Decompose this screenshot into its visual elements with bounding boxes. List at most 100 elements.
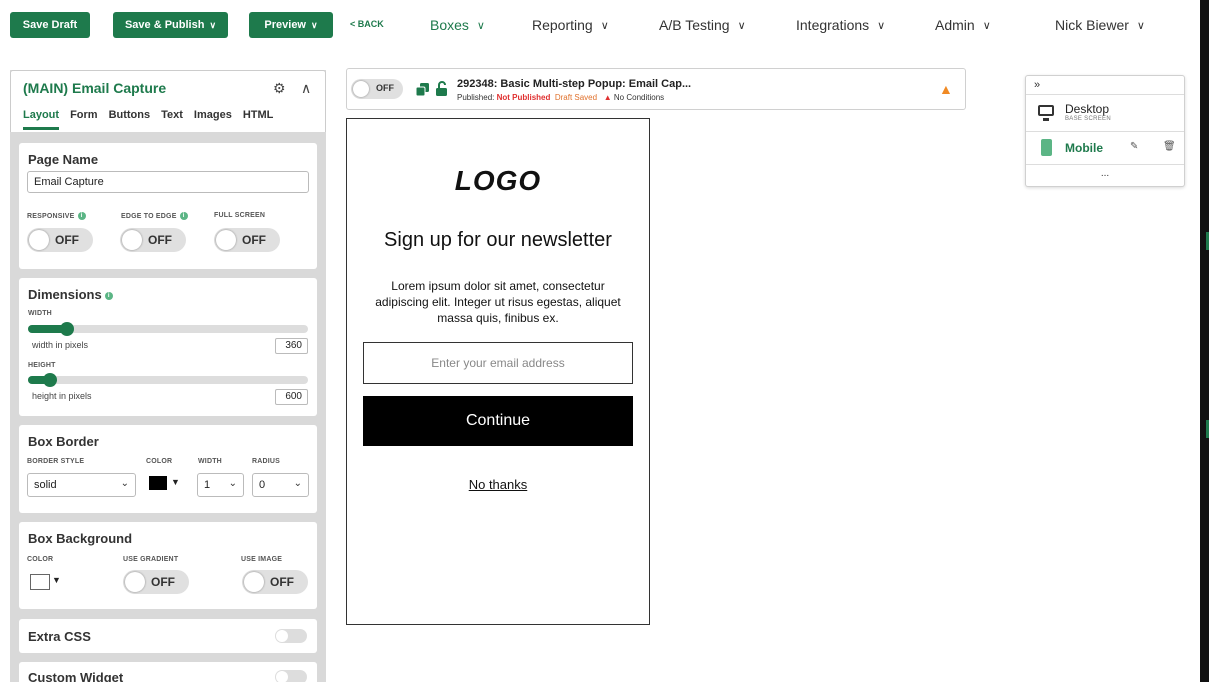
mobile-icon: [1041, 139, 1052, 156]
save-draft-label: Save Draft: [22, 19, 78, 31]
tab-images[interactable]: Images: [194, 109, 232, 130]
background-color-picker[interactable]: ▼: [26, 570, 66, 594]
edge-label-text: EDGE TO EDGE: [121, 212, 177, 220]
responsive-label: RESPONSIVE i: [27, 212, 86, 220]
nav-admin[interactable]: Admin ∨: [935, 17, 991, 33]
preview-button[interactable]: Preview ∨: [249, 12, 333, 38]
draft-status: Draft Saved: [554, 93, 598, 102]
email-input[interactable]: Enter your email address: [363, 342, 633, 384]
dimensions-card: Dimensions i WIDTH width in pixels 360 HE…: [19, 278, 317, 416]
save-draft-button[interactable]: Save Draft: [10, 12, 90, 38]
campaign-active-toggle[interactable]: OFF: [351, 79, 403, 99]
toggle-state: OFF: [376, 83, 394, 93]
responsive-toggle[interactable]: OFF: [27, 228, 93, 252]
border-color-picker[interactable]: ▼: [145, 472, 187, 496]
screens-panel: » Desktop BASE SCREEN Mobile ✎ 🗑 ...: [1025, 75, 1185, 187]
info-icon: i: [77, 212, 86, 220]
border-width-label: WIDTH: [198, 458, 222, 465]
continue-button[interactable]: Continue: [363, 396, 633, 446]
select-value: solid: [34, 479, 57, 491]
info-icon: i: [104, 291, 113, 300]
chevron-down-icon: ⌄: [293, 478, 302, 489]
custom-widget-toggle[interactable]: [275, 670, 307, 682]
screen-mobile[interactable]: Mobile ✎ 🗑: [1026, 131, 1184, 164]
border-radius-select[interactable]: 0 ⌄: [252, 473, 309, 497]
use-image-toggle[interactable]: OFF: [242, 570, 308, 594]
trash-icon[interactable]: 🗑: [1163, 141, 1176, 152]
full-screen-toggle[interactable]: OFF: [214, 228, 280, 252]
width-label: WIDTH: [28, 310, 52, 317]
back-link[interactable]: < BACK: [350, 19, 384, 29]
box-background-heading: Box Background: [28, 531, 133, 546]
full-screen-label: FULL SCREEN: [214, 212, 266, 219]
chevron-down-icon: ⌄: [120, 478, 129, 489]
save-publish-button[interactable]: Save & Publish ∨: [113, 12, 228, 38]
toggle-knob: [353, 81, 369, 97]
border-style-label: BORDER STYLE: [27, 458, 85, 465]
box-border-heading: Box Border: [28, 434, 99, 449]
panel-tabs: Layout Form Buttons Text Images HTML: [23, 109, 273, 130]
tab-html[interactable]: HTML: [243, 109, 274, 130]
screen-desktop[interactable]: Desktop BASE SCREEN: [1026, 94, 1184, 131]
height-slider[interactable]: [28, 373, 308, 387]
border-width-select[interactable]: 1 ⌄: [197, 473, 244, 497]
chevron-down-icon: ∨: [209, 19, 217, 30]
page-name-input[interactable]: Email Capture: [27, 171, 309, 193]
panel-title: (MAIN) Email Capture: [23, 80, 167, 96]
conditions-status[interactable]: No Conditions: [614, 93, 664, 102]
slider-thumb[interactable]: [43, 373, 57, 387]
dimensions-heading-text: Dimensions: [28, 287, 102, 302]
chevron-up-icon[interactable]: ∧: [301, 80, 311, 97]
nav-integrations[interactable]: Integrations ∨: [796, 17, 885, 33]
tab-text[interactable]: Text: [161, 109, 183, 130]
border-style-select[interactable]: solid ⌄: [27, 473, 136, 497]
no-thanks-link[interactable]: No thanks: [347, 477, 649, 492]
campaign-bar: OFF 292348: Basic Multi-step Popup: Emai…: [346, 68, 966, 110]
tab-buttons[interactable]: Buttons: [109, 109, 151, 130]
slider-thumb[interactable]: [60, 322, 74, 336]
color-swatch: [149, 476, 167, 490]
nav-label: Boxes: [430, 17, 469, 33]
width-hint: width in pixels: [32, 340, 89, 350]
user-menu[interactable]: Nick Biewer ∨: [1055, 17, 1145, 33]
toggle-state: OFF: [242, 233, 266, 247]
chevron-down-icon: ⌄: [228, 478, 237, 489]
extra-css-toggle[interactable]: [275, 629, 307, 643]
toggle-state: OFF: [55, 233, 79, 247]
tab-form[interactable]: Form: [70, 109, 98, 130]
panel-header: (MAIN) Email Capture ⚙ ∧ Layout Form But…: [10, 70, 326, 132]
page-name-card: Page Name Email Capture RESPONSIVE i EDGE…: [19, 143, 317, 269]
nav-label: Admin: [935, 17, 975, 33]
width-slider[interactable]: [28, 322, 308, 336]
published-status: Not Published: [496, 93, 551, 102]
background-color-label: COLOR: [27, 556, 54, 563]
nav-reporting[interactable]: Reporting ∨: [532, 17, 609, 33]
box-border-card: Box Border BORDER STYLE COLOR WIDTH RADI…: [19, 425, 317, 513]
more-screens-button[interactable]: ...: [1026, 164, 1184, 187]
custom-widget-card: Custom Widget: [19, 662, 317, 682]
nav-ab-testing[interactable]: A/B Testing ∨: [659, 17, 746, 33]
nav-boxes[interactable]: Boxes ∨: [430, 17, 485, 33]
select-value: 0: [259, 479, 266, 491]
height-input[interactable]: 600: [275, 389, 308, 405]
logo: LOGO: [454, 165, 542, 196]
nav-label: A/B Testing: [659, 17, 730, 33]
toggle-knob: [216, 230, 236, 250]
unlock-icon[interactable]: [436, 81, 447, 96]
campaign-status: Published: Not Published Draft Saved ▲ N…: [457, 93, 664, 102]
edit-icon[interactable]: ✎: [1130, 141, 1138, 152]
toggle-knob: [122, 230, 142, 250]
copy-icon[interactable]: [416, 83, 429, 96]
use-gradient-toggle[interactable]: OFF: [123, 570, 189, 594]
alert-warning-icon[interactable]: ▲: [939, 81, 953, 97]
toggle-state: OFF: [148, 233, 172, 247]
gear-icon[interactable]: ⚙: [273, 80, 286, 97]
collapse-icon[interactable]: »: [1034, 79, 1040, 91]
toggle-knob: [276, 671, 288, 682]
tab-layout[interactable]: Layout: [23, 109, 60, 130]
custom-widget-heading: Custom Widget: [28, 670, 124, 682]
edge-to-edge-toggle[interactable]: OFF: [120, 228, 186, 252]
width-input[interactable]: 360: [275, 338, 308, 354]
toggle-knob: [244, 572, 264, 592]
user-name: Nick Biewer: [1055, 17, 1129, 33]
